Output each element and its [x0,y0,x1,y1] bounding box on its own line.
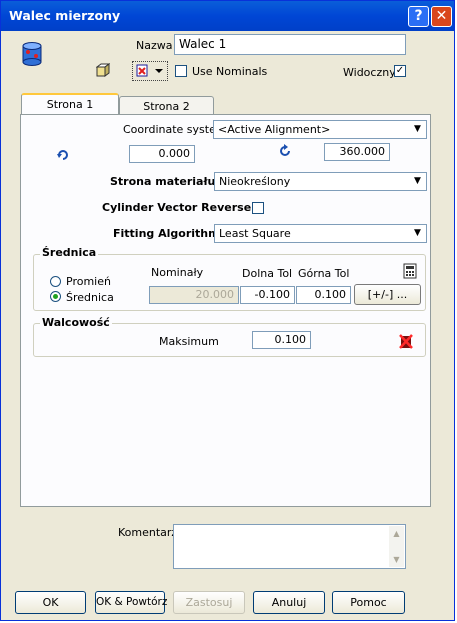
end-angle-icon [278,144,292,158]
lower-tol-header: Dolna Tol [242,267,293,280]
point-display-dropdown[interactable] [132,61,168,81]
nominal-header: Nominały [151,266,204,279]
calculator-icon[interactable] [403,263,417,279]
start-angle-icon [56,148,70,162]
title-bar[interactable]: Walec mierzony ? ✕ [1,1,454,31]
coordinate-system-label: Coordinate system [123,123,227,136]
fitting-algorithm-value: Least Square [219,227,291,240]
use-nominals-checkbox[interactable] [175,65,187,77]
material-side-value: Nieokreślony [219,175,291,188]
name-input[interactable]: Walec 1 [174,34,406,55]
help-button[interactable]: Pomoc [332,591,405,614]
scroll-down-icon[interactable]: ▼ [389,552,404,567]
coordinate-system-select[interactable]: <Active Alignment> ▼ [213,120,427,139]
fitting-algorithm-select[interactable]: Least Square ▼ [214,224,427,243]
material-side-label: Strona materiału [110,175,216,188]
visible-checkbox[interactable]: ✓ [394,65,406,77]
chevron-down-icon: ▼ [410,122,425,137]
dialog-window: Walec mierzony ? ✕ Nazwa Walec 1 Use Nom… [0,0,455,621]
visible-label: Widoczny [343,66,396,79]
cube-icon[interactable] [95,63,111,77]
window-title: Walec mierzony [9,8,121,23]
cylindricity-max-input[interactable]: 0.100 [252,331,311,349]
cylinder-vector-reverse-label: Cylinder Vector Reverse [102,201,252,214]
cylinder-icon [21,41,43,67]
tab-strona-1[interactable]: Strona 1 [21,93,119,116]
comment-scrollbar[interactable]: ▲ ▼ [389,526,404,567]
cylindricity-group-title: Walcowość [40,316,112,329]
name-label: Nazwa [136,39,173,52]
nominal-diameter-input[interactable]: 20.000 [149,286,239,304]
chevron-down-icon: ▼ [410,226,425,241]
diameter-group-title: Średnica [40,246,99,259]
comment-label: Komentarz [118,526,178,539]
radius-radio[interactable] [50,276,61,287]
upper-tol-input[interactable]: 0.100 [296,286,351,304]
delete-tolerance-icon[interactable] [399,333,413,349]
ok-repeat-button[interactable]: OK & Powtórz [95,591,167,614]
diameter-radio-label: Średnica [66,291,114,304]
ok-button[interactable]: OK [15,591,86,614]
chevron-down-icon: ▼ [410,174,425,189]
use-nominals-label: Use Nominals [192,65,268,78]
help-title-button[interactable]: ? [408,6,429,27]
end-angle-input[interactable]: 360.000 [324,143,390,161]
tab-panel: Coordinate system <Active Alignment> ▼ 0… [20,114,431,507]
material-side-select[interactable]: Nieokreślony ▼ [214,172,427,191]
plus-minus-button[interactable]: [+/-] ... [354,284,421,305]
maximum-label: Maksimum [159,335,219,348]
scroll-up-icon[interactable]: ▲ [389,526,404,541]
start-angle-input[interactable]: 0.000 [129,145,195,163]
coordinate-system-value: <Active Alignment> [218,123,331,136]
comment-textarea[interactable]: ▲ ▼ [173,524,406,569]
radius-radio-label: Promień [66,275,111,288]
close-button[interactable]: ✕ [431,6,452,27]
diameter-radio[interactable] [50,291,61,302]
lower-tol-input[interactable]: -0.100 [240,286,295,304]
fitting-algorithm-label: Fitting Algorithm [113,227,220,240]
apply-button[interactable]: Zastosuj [173,591,245,614]
cylinder-vector-reverse-checkbox[interactable] [252,202,264,214]
cancel-button[interactable]: Anuluj [253,591,325,614]
upper-tol-header: Górna Tol [298,267,350,280]
